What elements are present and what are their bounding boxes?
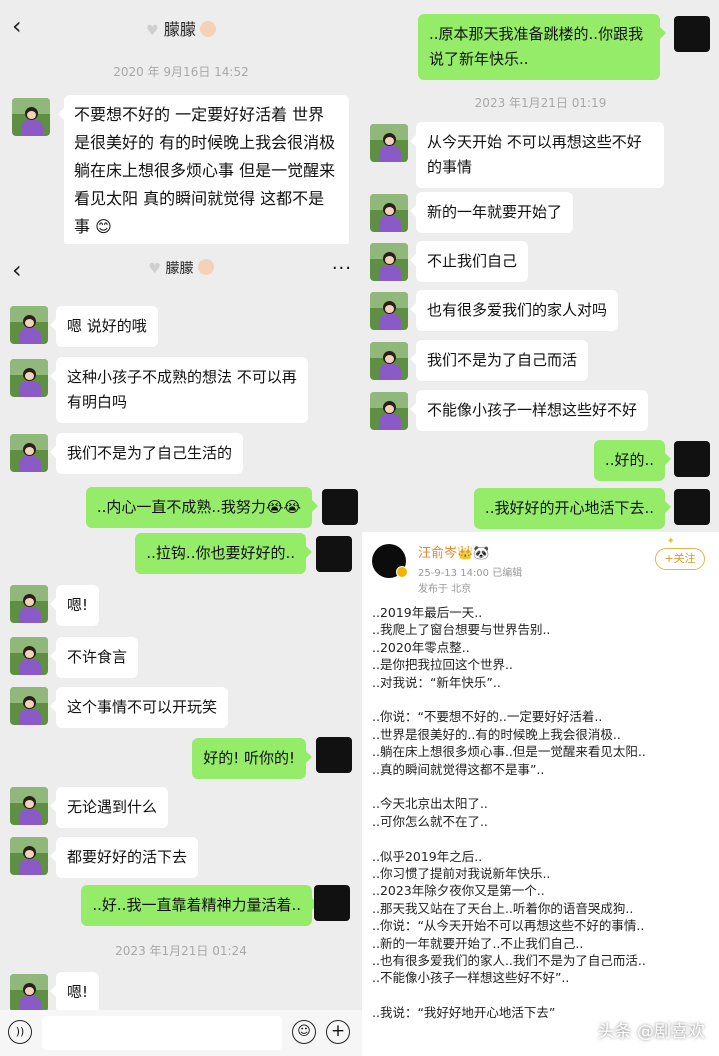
contact-avatar[interactable] [10, 974, 48, 1012]
post-line: ..你习惯了提前对我说新年快乐.. [372, 866, 551, 882]
message-bubble[interactable]: ..原本那天我准备跳楼的..你跟我说了新年快乐.. [418, 14, 666, 80]
chat-header: ‹ ♥ 朦朦 [0, 0, 362, 54]
post-line: ..不能像小孩子一样想这些好不好”.. [372, 970, 570, 986]
timestamp: 2023 年1月21日 01:24 [115, 944, 247, 958]
post-line: ..我爬上了窗台想要与世界告别.. [372, 622, 551, 638]
heart-icon: ♥ [148, 261, 162, 277]
message-bubble[interactable]: 从今天开始 不可以再想这些不好的事情 [410, 122, 664, 188]
contact-avatar[interactable] [10, 306, 48, 344]
message-bubble[interactable]: 这种小孩子不成熟的想法 不可以再有明白吗 [50, 357, 308, 423]
contact-avatar[interactable] [10, 687, 48, 725]
message-bubble[interactable]: 都要好好的活下去 [49, 837, 199, 878]
contact-avatar[interactable] [10, 434, 48, 472]
contact-name: ♥ 朦朦 [0, 16, 362, 40]
baby-emoji-icon [197, 259, 214, 275]
post-body: ..2019年最后一天.. ..我爬上了窗台想要与世界告别.. ..2020年零… [372, 604, 707, 1022]
message-bubble[interactable]: 这个事情不可以开玩笑 [49, 687, 229, 728]
more-icon[interactable]: ··· [332, 258, 352, 279]
user-avatar[interactable] [674, 16, 710, 52]
post-line: ..那天我又站在了天台上..听着你的语音哭成狗.. [372, 900, 634, 916]
post-line: ..对我说：“新年快乐”.. [372, 674, 501, 690]
post-line: ..2019年最后一天.. [372, 605, 483, 620]
user-avatar[interactable] [322, 489, 358, 525]
message-bubble[interactable]: ..拉钩..你也要好好的.. [135, 533, 312, 574]
user-avatar[interactable] [314, 885, 350, 921]
input-bar: )) ☺ + [0, 1010, 362, 1056]
post-line: ..真的瞬间就觉得这都不是事”.. [372, 761, 545, 777]
contact-avatar[interactable] [10, 837, 48, 875]
voice-icon[interactable]: )) [8, 1020, 32, 1044]
message-bubble[interactable]: 也有很多爱我们的家人对吗 [409, 290, 619, 331]
message-bubble[interactable]: 不能像小孩子一样想这些好不好 [409, 390, 649, 431]
contact-name: ♥ 朦朦 [0, 258, 362, 278]
message-bubble[interactable]: ..我好好的开心地活下去.. [473, 488, 672, 529]
plus-icon[interactable]: + [326, 1020, 350, 1044]
user-avatar[interactable] [316, 737, 352, 773]
message-bubble[interactable]: 我们不是为了自己而活 [409, 340, 589, 381]
post-line: ..似乎2019年之后.. [372, 848, 483, 864]
message-bubble[interactable]: 我们不是为了自己生活的 [49, 433, 244, 474]
contact-avatar[interactable] [370, 342, 408, 380]
chat-header: ‹ ♥ 朦朦 ··· [0, 244, 362, 298]
timestamp: 2023 年1月21日 01:19 [474, 96, 607, 110]
watermark: 头条 @剧喜欢 [597, 1022, 705, 1042]
post-line: ..今天北京出太阳了.. [372, 796, 488, 812]
author-name[interactable]: 汪俞岑👑🐼 [418, 542, 489, 561]
contact-avatar[interactable] [370, 124, 408, 162]
message-bubble[interactable]: 嗯! [49, 972, 100, 1013]
post-line: ..新的一年就要开始了..不止我们自己.. [372, 935, 584, 951]
timestamp: 2020 年 9月16日 14:52 [113, 65, 249, 79]
verified-badge-icon [396, 566, 408, 578]
user-avatar[interactable] [674, 441, 710, 477]
message-bubble[interactable]: ..好的.. [593, 440, 672, 481]
message-bubble[interactable]: 好的! 听你的! [192, 738, 312, 779]
post-line: ..你说：“不要想不好的..一定要好好活着.. [372, 709, 603, 725]
message-bubble[interactable]: 不止我们自己 [409, 241, 529, 282]
post-line: ..2023年除夕夜你又是第一个.. [372, 883, 545, 899]
message-bubble[interactable]: ..内心一直不成熟..我努力😭😭 [85, 487, 319, 528]
message-bubble[interactable]: 不许食言 [49, 637, 139, 678]
contact-avatar[interactable] [10, 585, 48, 623]
post-line: ..也有很多爱我们的家人..我们不是为了自己而活.. [372, 953, 646, 969]
chat-screenshot-2023-part2: ..原本那天我准备跳楼的..你跟我说了新年快乐.. 2023 年1月21日 01… [362, 0, 719, 532]
user-avatar[interactable] [674, 489, 710, 525]
emoji-icon[interactable]: ☺ [292, 1020, 316, 1044]
message-bubble[interactable]: ..好..我一直靠着精神力量活着.. [81, 885, 318, 926]
post-line: ..世界是很美好的..有的时候晚上我会很消极.. [372, 726, 621, 742]
post-line: ..是你把我拉回这个世界.. [372, 657, 513, 673]
contact-avatar[interactable] [10, 637, 48, 675]
contact-avatar[interactable] [10, 359, 48, 397]
post-line: ..你说：“从今天开始不可以再想这些不好的事情.. [372, 918, 645, 934]
post-meta: 25-9-13 14:00 已编辑 [418, 568, 523, 579]
post-line: ..2020年零点整.. [372, 639, 470, 655]
contact-avatar[interactable] [370, 292, 408, 330]
follow-button[interactable]: +关注 [655, 548, 705, 570]
message-bubble[interactable]: 嗯! [49, 585, 100, 626]
message-bubble[interactable]: 新的一年就要开始了 [409, 192, 574, 233]
social-post: 汪俞岑👑🐼 25-9-13 14:00 已编辑 发布于 北京 ✦ +关注 ..2… [362, 532, 719, 1056]
message-bubble[interactable]: 嗯 说好的哦 [50, 306, 158, 347]
contact-avatar[interactable] [370, 243, 408, 281]
chat-screenshot-2023-part1: ‹ ♥ 朦朦 ··· 嗯 说好的哦 这种小孩子不成熟的想法 不可以再有明白吗 我… [0, 244, 362, 1056]
contact-avatar[interactable] [370, 392, 408, 430]
contact-avatar[interactable] [12, 98, 50, 136]
message-bubble[interactable]: 无论遇到什么 [49, 787, 169, 828]
message-bubble[interactable]: 不要想不好的 一定要好好活着 世界是很美好的 有的时候晚上我会很消极 躺在床上想… [58, 95, 349, 244]
chat-screenshot-2020: ‹ ♥ 朦朦 2020 年 9月16日 14:52 不要想不好的 一定要好好活着… [0, 0, 362, 244]
sparkle-icon: ✦ [666, 536, 675, 547]
post-line: ..躺在床上想很多烦心事..但是一觉醒来看见太阳.. [372, 744, 646, 760]
baby-emoji-icon [199, 21, 216, 37]
post-line: ..可你怎么就不在了.. [372, 813, 488, 829]
contact-avatar[interactable] [370, 194, 408, 232]
message-input[interactable] [42, 1016, 282, 1050]
heart-icon: ♥ [146, 23, 159, 39]
post-location: 发布于 北京 [418, 584, 472, 595]
user-avatar[interactable] [316, 536, 352, 572]
contact-avatar[interactable] [10, 787, 48, 825]
